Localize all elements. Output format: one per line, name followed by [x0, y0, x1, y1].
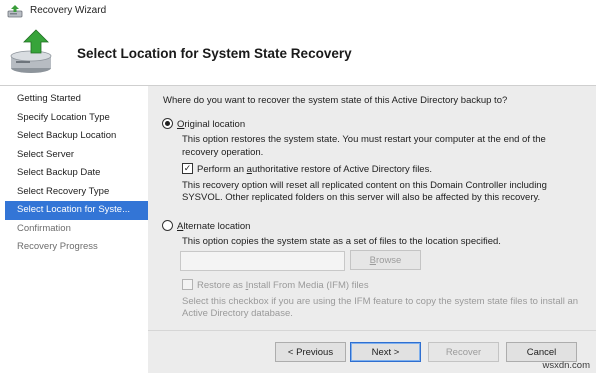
- alternate-location-radio[interactable]: [162, 220, 173, 231]
- wizard-steps: Getting Started Specify Location Type Se…: [5, 90, 148, 257]
- original-location-desc-1: This option restores the system state. Y…: [182, 134, 546, 145]
- step-select-server[interactable]: Select Server: [5, 146, 148, 165]
- original-location-radio[interactable]: [162, 118, 173, 129]
- authoritative-restore-label[interactable]: Perform an authoritative restore of Acti…: [197, 164, 432, 175]
- step-select-backup-date[interactable]: Select Backup Date: [5, 164, 148, 183]
- ifm-desc-1: Select this checkbox if you are using th…: [182, 296, 579, 307]
- step-select-location[interactable]: Select Location for Syste...: [5, 201, 148, 220]
- title-bar: Recovery Wizard: [0, 0, 596, 24]
- authoritative-desc-2: SYSVOL. Other replicated folders on this…: [182, 192, 541, 203]
- step-getting-started[interactable]: Getting Started: [5, 90, 148, 109]
- original-location-label[interactable]: Original location: [177, 119, 245, 130]
- watermark: wsxdn.com: [542, 360, 590, 371]
- footer-divider: [148, 330, 596, 331]
- original-location-desc-2: recovery operation.: [182, 147, 264, 158]
- next-button[interactable]: Next >: [350, 342, 421, 362]
- alternate-path-input[interactable]: [180, 251, 345, 271]
- drive-restore-icon: [10, 29, 52, 73]
- alternate-location-label[interactable]: Alternate location: [177, 221, 250, 232]
- content-panel: Where do you want to recover the system …: [148, 86, 596, 373]
- authoritative-desc-1: This recovery option will reset all repl…: [182, 180, 547, 191]
- step-select-backup-location[interactable]: Select Backup Location: [5, 127, 148, 146]
- cancel-button[interactable]: Cancel: [506, 342, 577, 362]
- wizard-header: Select Location for System State Recover…: [0, 24, 596, 84]
- step-confirmation: Confirmation: [17, 222, 71, 234]
- previous-button[interactable]: < Previous: [275, 342, 346, 362]
- page-title: Select Location for System State Recover…: [77, 46, 352, 61]
- ifm-label[interactable]: Restore as Install From Media (IFM) file…: [197, 280, 369, 291]
- window-title: Recovery Wizard: [30, 5, 107, 16]
- browse-button[interactable]: Browse: [350, 250, 421, 270]
- recovery-wizard-icon: [7, 5, 23, 18]
- ifm-desc-2: Active Directory database.: [182, 308, 293, 319]
- step-recovery-progress: Recovery Progress: [17, 241, 98, 252]
- recover-button[interactable]: Recover: [428, 342, 499, 362]
- recovery-question: Where do you want to recover the system …: [163, 95, 508, 106]
- step-select-recovery-type[interactable]: Select Recovery Type: [5, 183, 148, 202]
- authoritative-restore-checkbox[interactable]: ✓: [182, 163, 193, 174]
- alternate-location-desc: This option copies the system state as a…: [182, 236, 501, 247]
- step-specify-location-type[interactable]: Specify Location Type: [5, 109, 148, 128]
- ifm-checkbox[interactable]: [182, 279, 193, 290]
